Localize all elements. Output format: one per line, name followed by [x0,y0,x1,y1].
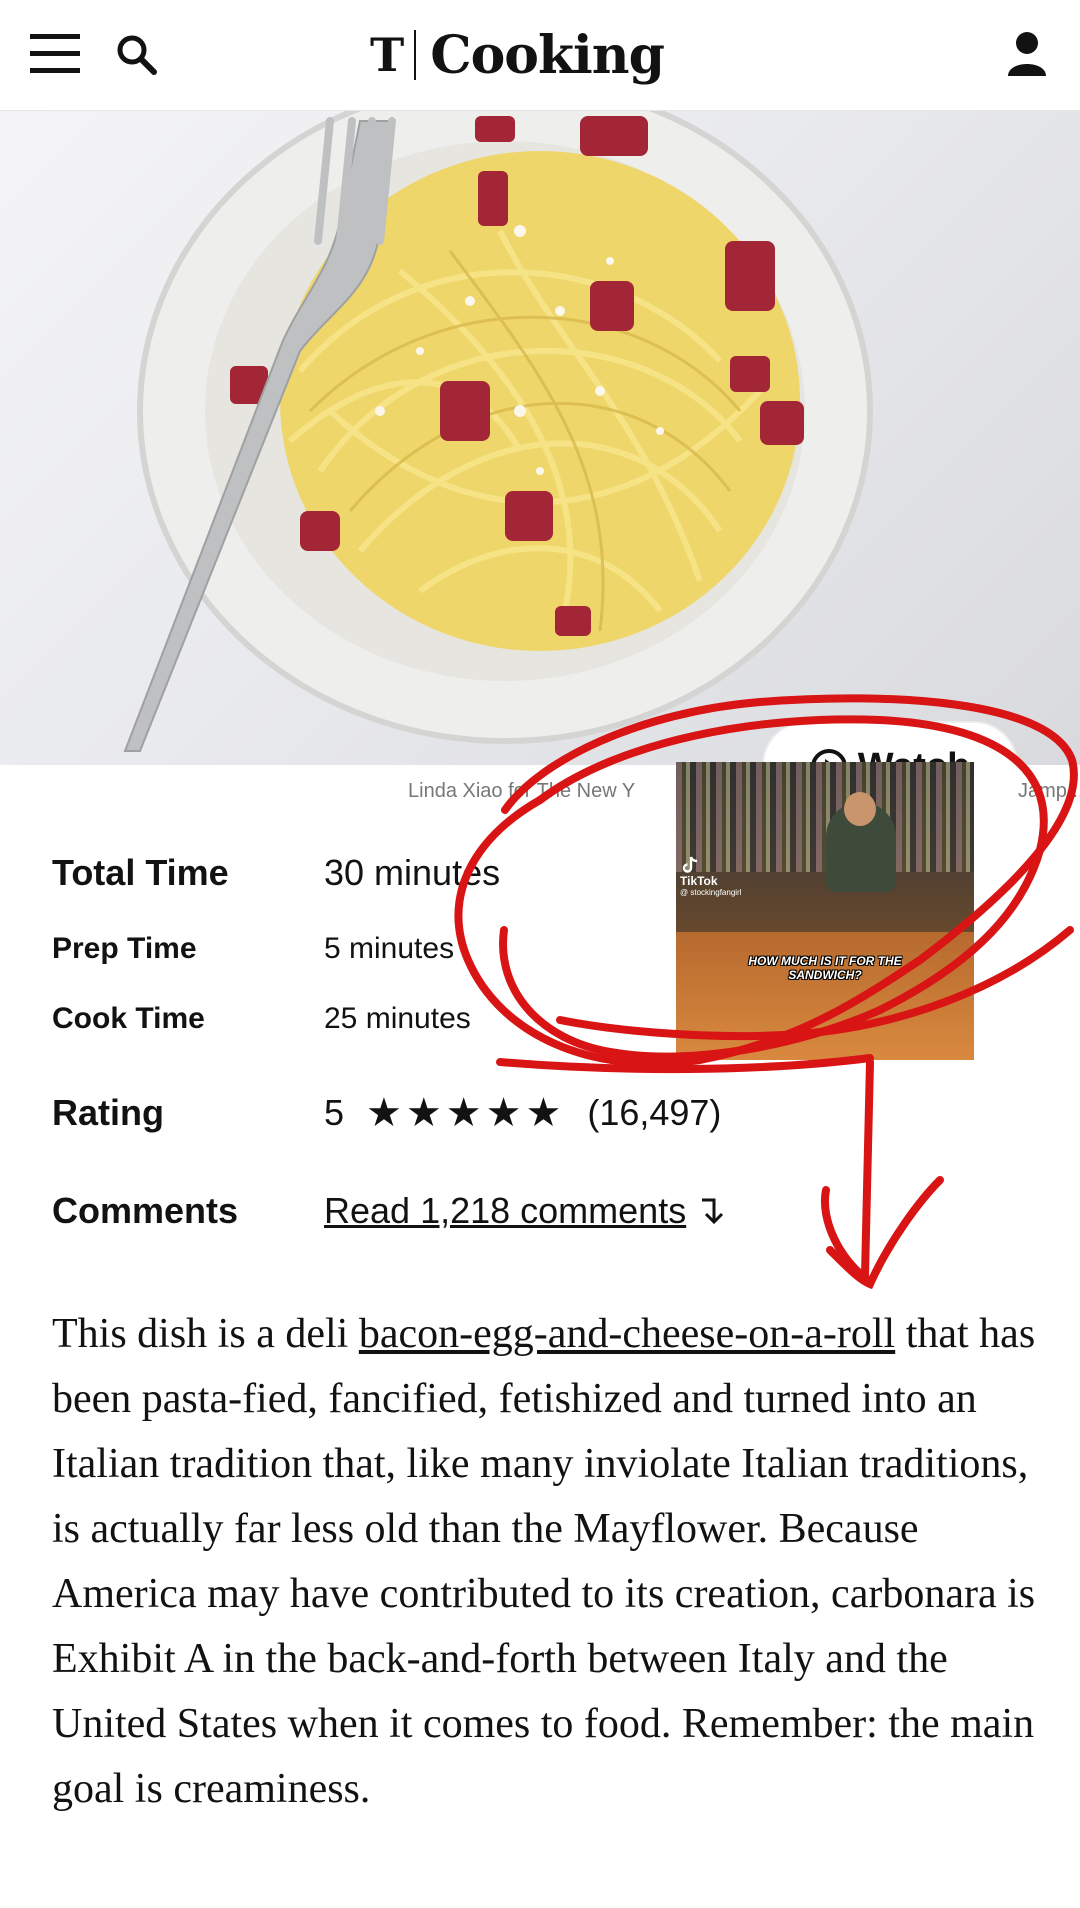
description-link[interactable]: bacon-egg-and-cheese-on-a-roll [359,1311,895,1357]
description-body: that has been pasta-fied, fancified, fet… [52,1311,1036,1812]
tiktok-brand: TikTok [680,874,718,888]
logo-divider [414,30,417,80]
arrow-down-icon [702,1198,724,1225]
description-prefix: This dish is a deli [52,1311,359,1357]
photo-credit: Linda Xiao for The New Y [408,780,636,802]
total-time-label: Total Time [52,852,229,893]
cook-time-label: Cook Time [52,1002,205,1035]
recipe-description: This dish is a deli bacon-egg-and-cheese… [52,1302,1042,1822]
photo-credit-tail: Jamp... [1018,780,1080,802]
carbonara-photo [123,111,873,752]
counter-surface [676,932,974,1060]
recipe-hero-image: Watch [0,111,1080,765]
tiktok-handle: @ stockingfangirl [680,888,742,897]
menu-icon[interactable] [30,34,80,74]
prep-time-label: Prep Time [52,932,197,965]
user-icon[interactable] [1005,30,1049,78]
rating-value: 5 [324,1092,345,1133]
tiktok-caption: HOW MUCH IS IT FOR THE SANDWICH? [748,954,902,982]
comments-link[interactable]: Read 1,218 comments [324,1190,686,1232]
watch-video-button[interactable]: Watch [762,721,1018,765]
prep-time-value: 5 minutes [324,932,455,965]
rating-count: (16,497) [587,1092,722,1133]
tiktok-video-overlay[interactable]: TikTok @ stockingfangirl HOW MUCH IS IT … [676,762,974,1060]
rating-stars-icon: ★★★★★ [366,1091,566,1135]
person-head [844,792,876,826]
cook-time-value: 25 minutes [324,1002,471,1035]
comments-link-row[interactable]: Read 1,218 comments [324,1190,724,1232]
logo-text: Cooking [430,24,665,86]
comments-label: Comments [52,1190,239,1231]
total-time-value: 30 minutes [324,852,501,893]
nyt-cooking-logo[interactable]: T Cooking [370,20,665,90]
tiktok-logo-icon [682,856,698,873]
rating-row[interactable]: 5 ★★★★★ (16,497) [324,1090,721,1136]
rating-label: Rating [52,1092,164,1133]
nyt-logo-mark: T [370,28,405,82]
bar-shelves [676,762,974,872]
search-icon[interactable] [114,32,158,76]
top-nav-bar: T Cooking [0,0,1080,111]
